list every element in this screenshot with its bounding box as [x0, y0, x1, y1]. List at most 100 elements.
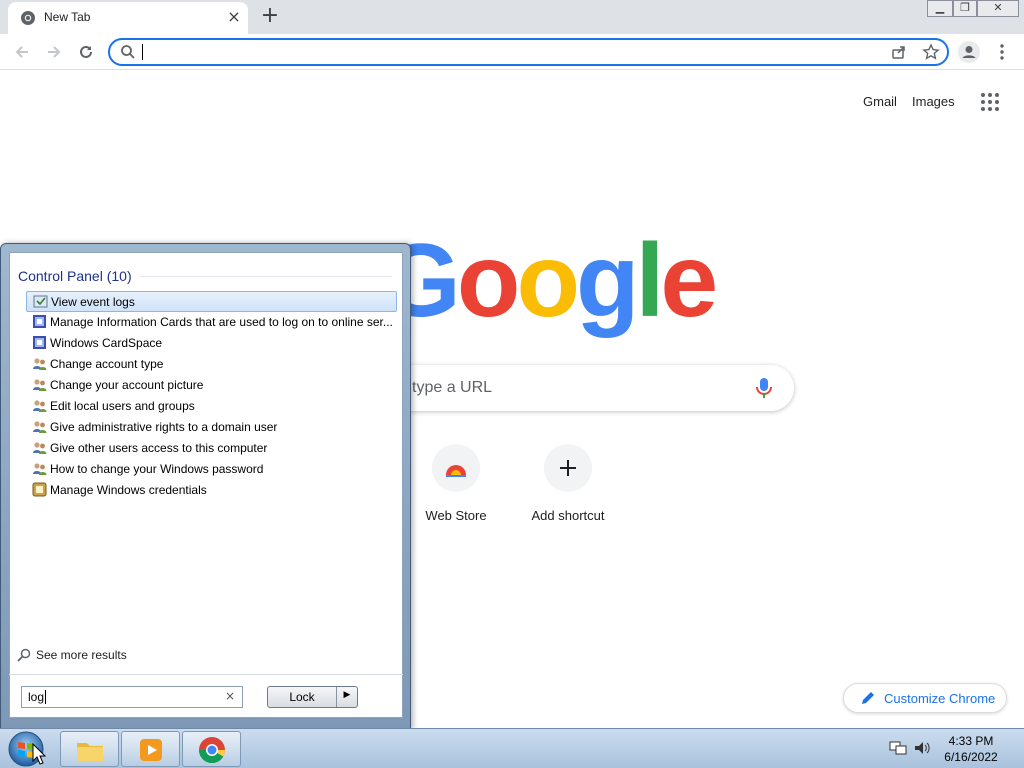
users-icon — [33, 463, 47, 475]
profile-avatar-icon — [962, 46, 976, 58]
new-tab-button[interactable]: + — [258, 5, 282, 29]
start-search-value: log — [28, 690, 45, 704]
logo-letter: o — [456, 223, 521, 339]
search-result-label: Manage Information Cards that are used t… — [50, 315, 393, 329]
search-result-label: Windows CardSpace — [50, 336, 163, 350]
search-result-item[interactable]: Manage Windows credentials — [26, 480, 397, 501]
search-results-pane: Control Panel (10) View event logs Manage… — [9, 252, 403, 664]
search-result-label: How to change your Windows password — [50, 462, 264, 476]
chrome-tab-icon — [21, 11, 35, 25]
credential-manager-icon — [32, 482, 47, 497]
header-divider — [140, 276, 392, 277]
chrome-menu-button[interactable] — [994, 43, 1010, 61]
see-more-label: See more results — [36, 648, 127, 662]
search-result-item[interactable]: Give other users access to this computer — [26, 438, 397, 459]
start-menu: Control Panel (10) View event logs Manage… — [0, 243, 411, 730]
search-result-label: Edit local users and groups — [50, 399, 195, 413]
logo-letter: e — [660, 223, 718, 339]
search-result-label: View event logs — [51, 295, 135, 309]
folder-icon — [77, 743, 103, 761]
cardspace-icon — [33, 315, 46, 328]
power-options-arrow-icon[interactable]: ▶ — [338, 690, 356, 700]
reload-button[interactable] — [73, 39, 99, 65]
users-icon — [33, 358, 47, 370]
customize-chrome-button[interactable]: Customize Chrome — [843, 683, 1007, 713]
kebab-menu-icon — [1000, 44, 1004, 60]
ntp-search-placeholder: type a URL — [412, 379, 493, 396]
back-button[interactable] — [9, 39, 35, 65]
chrome-app-icon — [198, 737, 226, 764]
share-icon[interactable] — [890, 43, 908, 61]
clock-date: 6/16/2022 — [944, 750, 998, 764]
magnifier-icon — [17, 648, 31, 662]
profile-button[interactable] — [958, 41, 980, 63]
taskbar: 4:33 PM 6/16/2022 — [0, 728, 1024, 768]
see-more-results-link[interactable]: See more results — [9, 646, 209, 664]
logo-letter: o — [516, 223, 580, 339]
search-result-item[interactable]: Manage Information Cards that are used t… — [26, 312, 397, 333]
minimize-button[interactable]: ▁ — [927, 0, 953, 17]
customize-label: Customize Chrome — [884, 691, 996, 706]
event-viewer-icon — [33, 295, 48, 308]
web-store-icon — [446, 465, 466, 477]
media-player-icon — [140, 739, 162, 761]
bookmark-star-icon[interactable] — [922, 43, 940, 61]
google-apps-icon[interactable] — [980, 92, 1000, 112]
search-result-label: Change account type — [50, 357, 164, 371]
search-result-item[interactable]: Change your account picture — [26, 375, 397, 396]
google-logo: Google — [380, 223, 718, 339]
system-clock[interactable]: 4:33 PM 6/16/2022 — [940, 733, 1002, 765]
taskbar-chrome[interactable] — [182, 731, 241, 767]
shortcut-add[interactable] — [544, 444, 592, 492]
images-link[interactable]: Images — [912, 94, 955, 109]
ntp-search-box[interactable]: type a URL — [390, 365, 794, 411]
address-caret — [142, 44, 143, 60]
network-icon[interactable] — [889, 740, 907, 756]
search-result-item[interactable]: Edit local users and groups — [26, 396, 397, 417]
clock-time: 4:33 PM — [948, 734, 994, 748]
microphone-icon[interactable] — [754, 377, 774, 399]
start-search-input[interactable]: log × — [21, 686, 243, 708]
text-caret — [45, 690, 46, 704]
pencil-icon — [862, 692, 874, 704]
restore-button[interactable]: ❐ — [953, 0, 977, 17]
plus-icon — [560, 460, 576, 476]
logo-letter: g — [575, 223, 640, 339]
results-group-header[interactable]: Control Panel (10) — [18, 268, 132, 284]
taskbar-explorer[interactable] — [60, 731, 119, 767]
search-result-item[interactable]: How to change your Windows password — [26, 459, 397, 480]
search-result-label: Change your account picture — [50, 378, 204, 392]
forward-button[interactable] — [41, 39, 67, 65]
users-icon — [33, 379, 47, 391]
search-icon — [121, 45, 135, 59]
logo-letter: l — [635, 223, 665, 339]
back-arrow-icon — [15, 46, 28, 58]
search-result-item[interactable]: Change account type — [26, 354, 397, 375]
taskbar-media-player[interactable] — [121, 731, 180, 767]
address-bar[interactable] — [108, 38, 949, 66]
tab-new-tab[interactable]: New Tab × — [8, 2, 248, 34]
search-result-label: Manage Windows credentials — [50, 483, 207, 497]
mouse-pointer-icon — [32, 743, 46, 765]
search-result-item[interactable]: Windows CardSpace — [26, 333, 397, 354]
search-result-label: Give other users access to this computer — [50, 441, 268, 455]
shortcut-label: Web Store — [425, 508, 487, 523]
tab-title: New Tab — [44, 10, 91, 24]
search-result-item[interactable]: Give administrative rights to a domain u… — [26, 417, 397, 438]
lock-label: Lock — [289, 690, 315, 704]
reload-icon — [80, 45, 92, 58]
close-tab-button[interactable]: × — [224, 7, 244, 27]
shortcut-label: Add shortcut — [531, 508, 605, 523]
volume-icon[interactable] — [913, 740, 931, 756]
footer-divider — [9, 674, 403, 675]
shortcut-web-store[interactable] — [432, 444, 480, 492]
search-result-item[interactable]: View event logs — [26, 291, 397, 312]
users-icon — [33, 442, 47, 454]
gmail-link[interactable]: Gmail — [863, 94, 897, 109]
search-result-label: Give administrative rights to a domain u… — [50, 420, 278, 434]
clear-search-icon[interactable]: × — [225, 689, 235, 703]
lock-split-divider — [336, 687, 337, 707]
lock-button[interactable]: Lock ▶ — [267, 686, 358, 708]
users-icon — [33, 400, 47, 412]
close-window-button[interactable]: ✕ — [977, 0, 1019, 17]
